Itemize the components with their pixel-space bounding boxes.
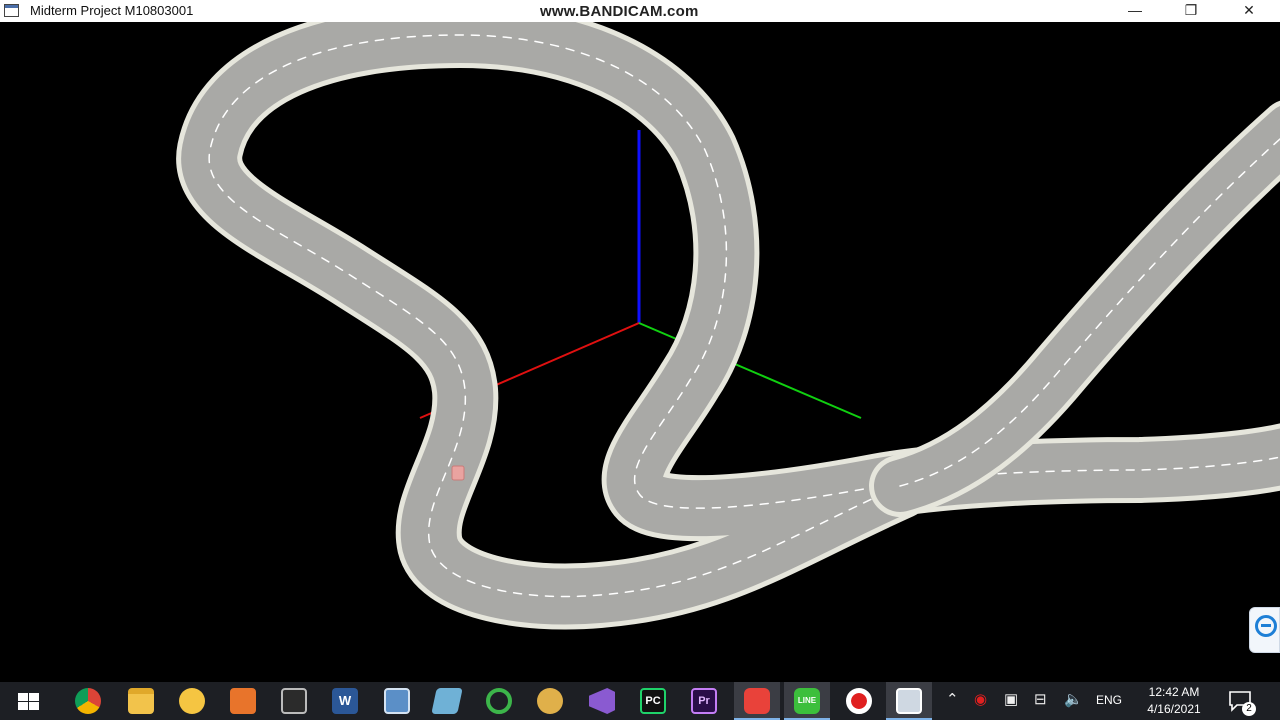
visual-studio-icon[interactable] xyxy=(589,688,615,714)
volume-icon[interactable]: 🔈 xyxy=(1064,691,1083,709)
notification-count-badge: 2 xyxy=(1242,702,1256,716)
folder-icon[interactable] xyxy=(128,688,154,714)
restore-button[interactable]: ❐ xyxy=(1168,0,1214,22)
terminal-icon[interactable] xyxy=(281,688,307,714)
paint-icon[interactable] xyxy=(431,688,463,714)
window-icon[interactable] xyxy=(896,688,922,714)
bandicam-icon[interactable] xyxy=(744,688,770,714)
sync-icon[interactable] xyxy=(486,688,512,714)
teamviewer-icon xyxy=(1255,615,1277,637)
render-viewport[interactable] xyxy=(0,22,1280,682)
car xyxy=(451,465,465,481)
scene-canvas xyxy=(176,22,1280,630)
app-window-icon xyxy=(4,4,19,17)
road-track xyxy=(176,22,1280,630)
taskbar: W PC Pr LINE ⌃ ◉ ▣ ⊟ 🔈 ENG 12:42 AM 4/16… xyxy=(0,682,1280,720)
record-icon[interactable] xyxy=(846,688,872,714)
record-tray-icon[interactable]: ◉ xyxy=(974,691,987,709)
word-icon[interactable]: W xyxy=(332,688,358,714)
bandicam-watermark: www.BANDICAM.com xyxy=(540,3,699,20)
close-button[interactable]: ✕ xyxy=(1226,0,1272,22)
security-icon[interactable]: ▣ xyxy=(1004,691,1018,709)
connect-icon[interactable] xyxy=(384,688,410,714)
smiley-icon[interactable] xyxy=(179,688,205,714)
clock-date[interactable]: 4/16/2021 xyxy=(1140,702,1208,716)
screen: Midterm Project M10803001 www.BANDICAM.c… xyxy=(0,0,1280,720)
network-icon[interactable]: ⊟ xyxy=(1034,691,1047,709)
game-icon[interactable] xyxy=(537,688,563,714)
chevron-up-icon[interactable]: ⌃ xyxy=(946,691,959,709)
chrome-icon[interactable] xyxy=(75,688,101,714)
minimize-button[interactable]: — xyxy=(1112,0,1158,22)
window-title-bar[interactable]: Midterm Project M10803001 www.BANDICAM.c… xyxy=(0,0,1280,22)
office-icon[interactable] xyxy=(230,688,256,714)
language-indicator[interactable]: ENG xyxy=(1096,693,1122,707)
teamviewer-side-widget[interactable] xyxy=(1249,607,1280,653)
window-title: Midterm Project M10803001 xyxy=(30,3,194,18)
premiere-icon[interactable]: Pr xyxy=(691,688,717,714)
clock-time[interactable]: 12:42 AM xyxy=(1140,685,1208,699)
pycharm-icon[interactable]: PC xyxy=(640,688,666,714)
line-icon[interactable]: LINE xyxy=(794,688,820,714)
windows-logo-icon[interactable] xyxy=(18,693,40,711)
